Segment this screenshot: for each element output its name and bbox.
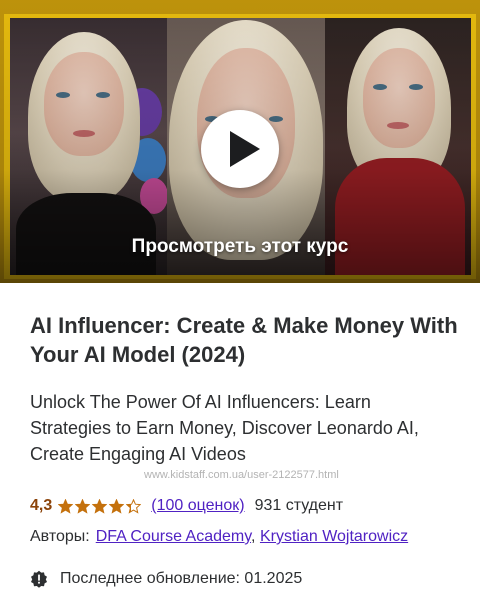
star-icon	[109, 498, 125, 514]
star-icon	[58, 498, 74, 514]
author-link-dfa[interactable]: DFA Course Academy	[96, 528, 251, 545]
play-button[interactable]	[201, 110, 279, 188]
authors-row: Авторы: DFA Course Academy, Krystian Wojt…	[30, 528, 408, 546]
play-icon	[230, 131, 260, 167]
star-icon	[75, 498, 91, 514]
students-count: 931 студент	[254, 497, 344, 514]
rating-value: 4,3	[30, 497, 53, 514]
rating-stars	[58, 498, 143, 514]
last-update-text: Последнее обновление: 01.2025	[60, 570, 303, 587]
course-subtitle: Unlock The Power Of AI Influencers: Lear…	[30, 392, 419, 464]
alert-badge-icon	[31, 570, 47, 588]
star-icon	[92, 498, 108, 514]
course-title: AI Influencer: Create & Make Money With …	[30, 313, 458, 367]
last-update-row: Последнее обновление: 01.2025	[30, 570, 302, 588]
course-preview[interactable]: Просмотреть этот курс	[0, 0, 480, 283]
author-link-krystian[interactable]: Krystian Wojtarowicz	[260, 528, 408, 545]
watermark: www.kidstaff.com.ua/user-2122577.html	[144, 469, 339, 481]
preview-course-label[interactable]: Просмотреть этот курс	[0, 236, 480, 258]
rating-row: 4,3 (100 оценок) 931 студент	[30, 494, 343, 518]
reviews-link[interactable]: (100 оценок)	[151, 497, 244, 515]
star-icon	[126, 498, 142, 514]
authors-separator: ,	[251, 528, 256, 545]
authors-label: Авторы:	[30, 528, 90, 545]
